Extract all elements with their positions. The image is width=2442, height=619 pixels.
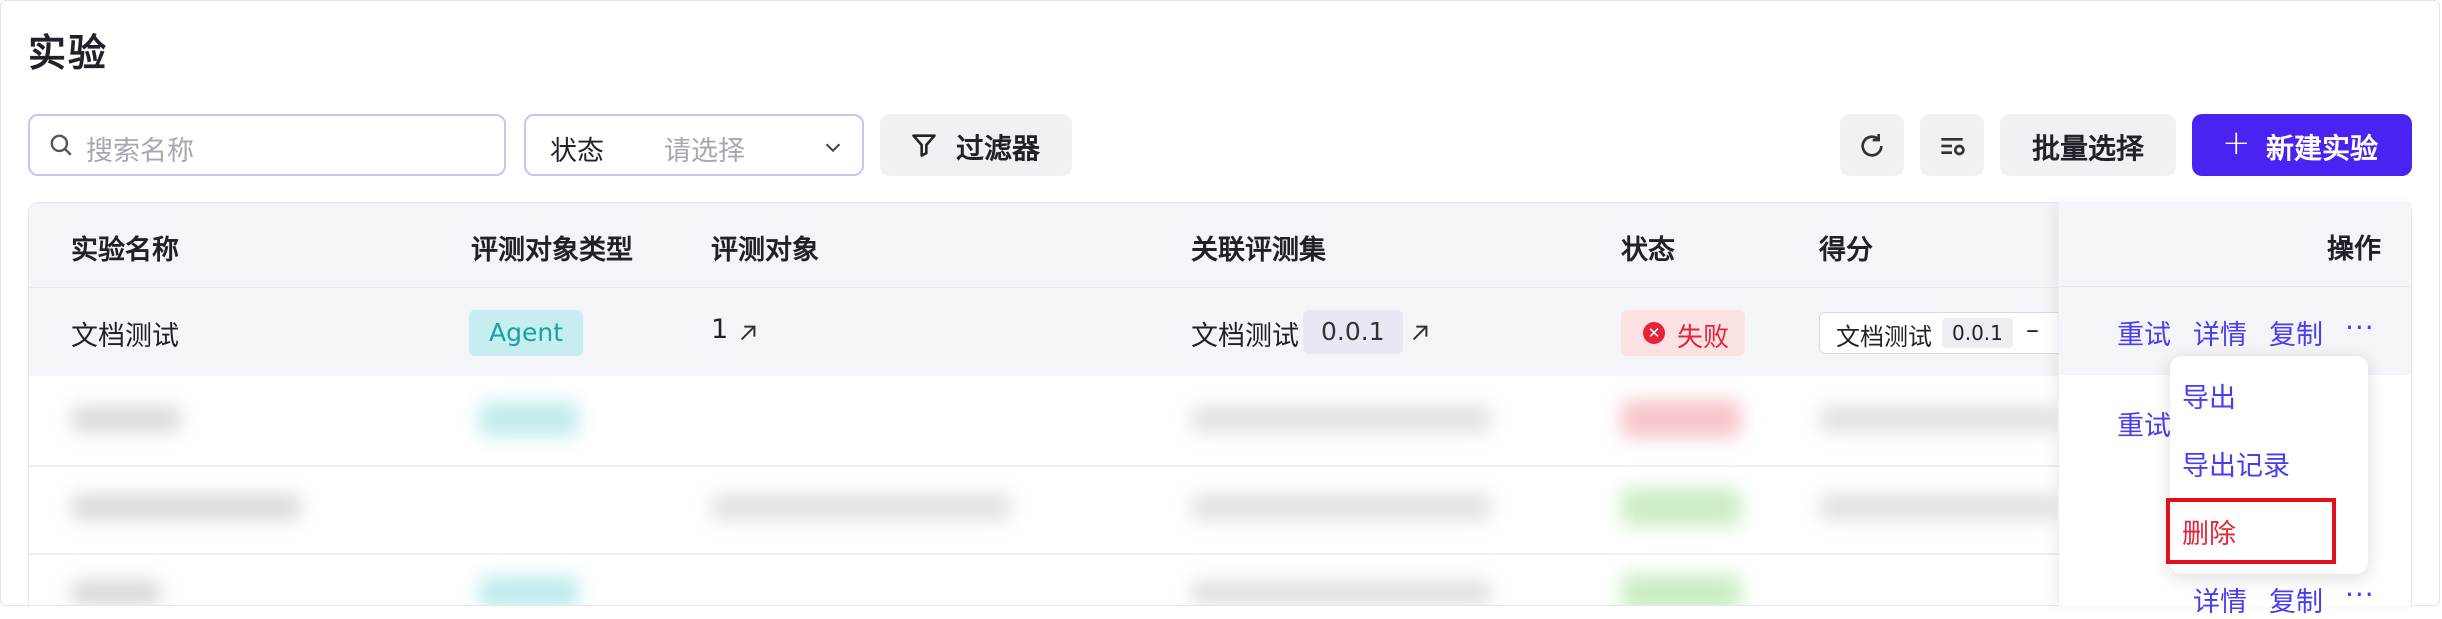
external-link-icon[interactable] (737, 322, 759, 344)
status-select-label: 状态 (550, 136, 604, 167)
search-icon (50, 134, 72, 156)
copy-button[interactable]: 复制 (2269, 313, 2323, 352)
col-header-status[interactable]: 状态 (1621, 228, 1675, 267)
score-version-badge: 0.0.1 (1942, 318, 2013, 348)
error-icon: ✕ (1643, 322, 1665, 344)
detail-button[interactable]: 详情 (2193, 580, 2247, 619)
menu-item-export[interactable]: 导出 (2182, 376, 2236, 415)
experiment-table: 实验名称 评测对象类型 评测对象 关联评测集 状态 得分 文档测试 Agent … (28, 202, 2412, 606)
page-title: 实验 (28, 31, 109, 75)
score-value: – (2026, 315, 2039, 345)
row-object-value[interactable]: 1 (711, 314, 728, 345)
col-header-object-type[interactable]: 评测对象类型 (471, 228, 633, 267)
plus-icon: + (2222, 123, 2251, 163)
filter-icon (912, 134, 936, 157)
row-name[interactable]: 文档测试 (71, 314, 179, 353)
col-header-name[interactable]: 实验名称 (71, 228, 179, 267)
new-experiment-button[interactable]: + 新建实验 (2192, 114, 2412, 176)
score-name: 文档测试 (1836, 323, 1932, 351)
copy-button[interactable]: 复制 (2269, 580, 2323, 619)
col-header-dataset[interactable]: 关联评测集 (1191, 228, 1326, 267)
retry-button[interactable]: 重试 (2117, 313, 2171, 352)
blurred-rows (29, 376, 2411, 605)
actions-header: 操作 (2059, 202, 2411, 287)
table-row[interactable]: 文档测试 Agent 1 文档测试 0.0.1 ✕ 失败 文档测试 0.0.1 … (29, 288, 2411, 376)
column-settings-icon (1941, 138, 1965, 156)
delete-highlight-box (2166, 498, 2336, 564)
menu-item-export-records[interactable]: 导出记录 (2182, 444, 2290, 483)
status-select-placeholder: 请选择 (664, 136, 745, 167)
status-select[interactable]: 状态 请选择 (524, 114, 864, 176)
chevron-down-icon (825, 143, 841, 153)
status-badge-label: 失败 (1677, 323, 1730, 353)
refresh-icon (1861, 134, 1883, 157)
column-settings-button[interactable] (1920, 114, 1984, 176)
retry-button[interactable]: 重试 (2117, 404, 2171, 443)
more-icon[interactable]: ··· (2345, 311, 2375, 344)
col-header-object[interactable]: 评测对象 (711, 228, 819, 267)
batch-select-button[interactable]: 批量选择 (2000, 114, 2176, 176)
refresh-button[interactable] (1840, 114, 1904, 176)
external-link-icon[interactable] (1409, 322, 1431, 344)
search-input[interactable]: 搜索名称 (28, 114, 506, 176)
col-header-score[interactable]: 得分 (1819, 228, 1873, 267)
search-placeholder: 搜索名称 (86, 136, 194, 167)
object-type-tag: Agent (469, 310, 583, 356)
filter-button[interactable]: 过滤器 (880, 114, 1072, 176)
more-icon[interactable]: ··· (2345, 578, 2375, 611)
batch-select-label: 批量选择 (2031, 132, 2144, 165)
table-header: 实验名称 评测对象类型 评测对象 关联评测集 状态 得分 (29, 203, 2411, 288)
filter-button-label: 过滤器 (956, 132, 1041, 165)
status-badge: ✕ 失败 (1621, 310, 1745, 356)
detail-button[interactable]: 详情 (2193, 313, 2247, 352)
new-experiment-label: 新建实验 (2266, 132, 2379, 165)
dataset-version-badge: 0.0.1 (1303, 310, 1403, 354)
col-header-ops: 操作 (2327, 234, 2381, 265)
score-cell: 文档测试 0.0.1 – (1819, 312, 2079, 354)
row-dataset-name[interactable]: 文档测试 (1191, 314, 1299, 353)
